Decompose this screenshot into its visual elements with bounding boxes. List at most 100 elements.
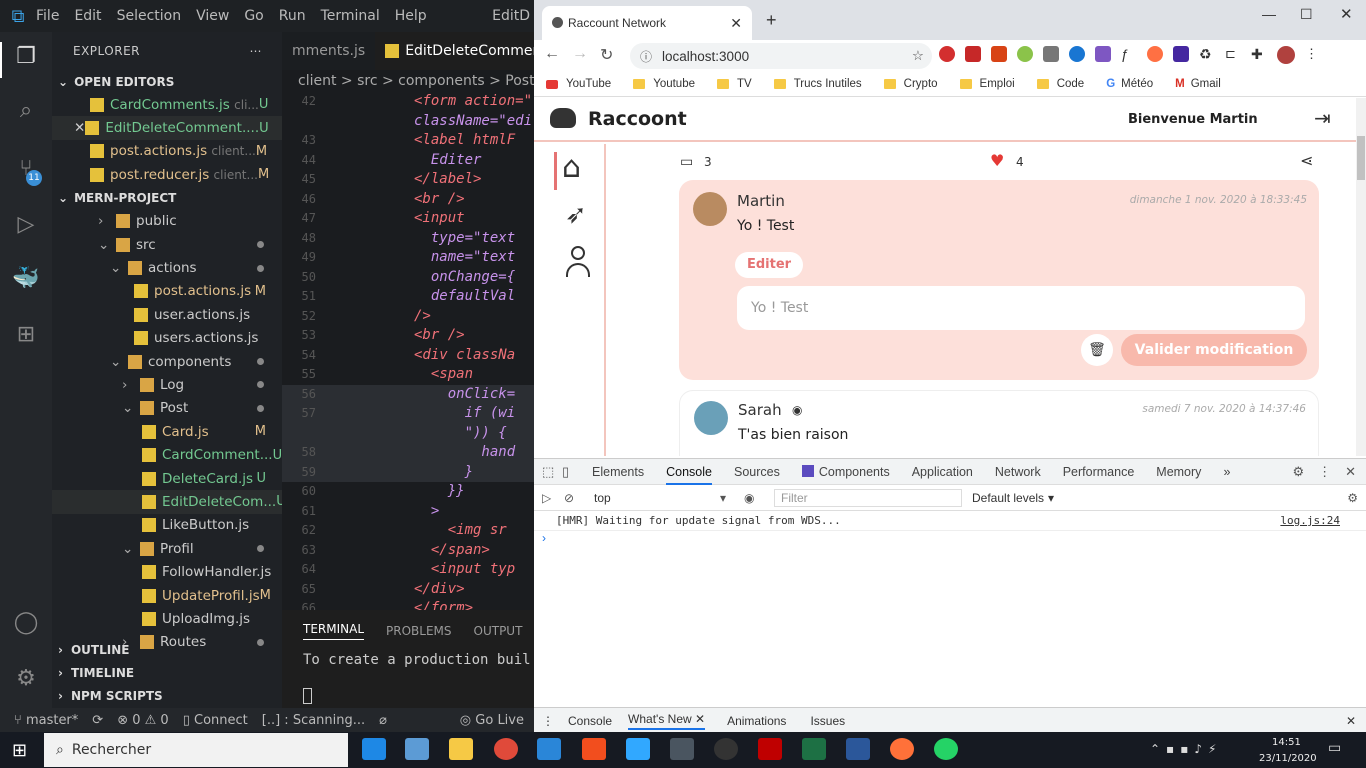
problems-item[interactable]: ⊗ 0 ⚠ 0: [117, 713, 169, 728]
code-line[interactable]: 53 <br />: [282, 326, 534, 346]
welcome-text[interactable]: Bienvenue Martin: [1128, 112, 1258, 127]
eye-icon[interactable]: ◉: [744, 491, 774, 505]
tree-folder[interactable]: ⌄ src: [52, 233, 282, 256]
extension-icon[interactable]: [1173, 46, 1189, 62]
tree-file[interactable]: UpdateProfil.js M: [52, 584, 282, 607]
editor-tab[interactable]: mments.js: [282, 32, 375, 70]
code-line[interactable]: 43 <label htmlF: [282, 131, 534, 151]
account-icon[interactable]: ◯: [12, 610, 40, 638]
more-actions-icon[interactable]: ⋯: [250, 44, 263, 58]
bookmark-folder[interactable]: Crypto: [883, 78, 938, 90]
tree-file[interactable]: users.actions.js: [52, 327, 282, 350]
devtools-tab-application[interactable]: Application: [912, 465, 973, 479]
code-line[interactable]: 47 <input: [282, 209, 534, 229]
clock-time[interactable]: 14:51: [1272, 737, 1301, 748]
browser-tab[interactable]: Raccount Network ✕: [542, 6, 752, 40]
drawer-menu-icon[interactable]: ⋮: [542, 714, 568, 728]
devtools-tab-memory[interactable]: Memory: [1156, 465, 1201, 479]
code-line[interactable]: 54 <div classNa: [282, 346, 534, 366]
tree-folder[interactable]: ⌄ Post: [52, 397, 282, 420]
devtools-close-icon[interactable]: ✕: [1345, 464, 1356, 480]
tab-problems[interactable]: PROBLEMS: [386, 624, 452, 638]
system-tray-icons[interactable]: ⌃▪▪♪⚡: [1150, 742, 1222, 756]
function-extension-icon[interactable]: ƒ: [1121, 46, 1137, 62]
console-filter-input[interactable]: Filter: [774, 488, 962, 507]
filezilla-icon[interactable]: [758, 738, 782, 760]
devtools-tab-console[interactable]: Console: [666, 465, 712, 485]
code-line[interactable]: 48 type="text: [282, 229, 534, 249]
more-tabs-icon[interactable]: »: [1223, 465, 1230, 479]
code-line[interactable]: 58 hand: [282, 443, 534, 463]
run-debug-icon[interactable]: ▷: [12, 212, 40, 240]
sidebar-toggle-icon[interactable]: ▷: [542, 491, 564, 505]
heart-icon[interactable]: ♥: [990, 151, 1004, 170]
code-line[interactable]: 45 </label>: [282, 170, 534, 190]
word-icon[interactable]: [846, 738, 870, 760]
new-tab-icon[interactable]: +: [766, 10, 777, 31]
app-icon[interactable]: [405, 738, 429, 760]
app-icon[interactable]: [362, 738, 386, 760]
code-area[interactable]: 42 <form action=" className="edi 43 <label h…: [282, 92, 534, 610]
devtools-menu-icon[interactable]: ⋮: [1318, 464, 1331, 480]
timeline-section[interactable]: › TIMELINE: [52, 661, 282, 684]
close-icon[interactable]: ✕: [74, 120, 85, 136]
code-line[interactable]: 50 onChange={: [282, 268, 534, 288]
docker-icon[interactable]: 🐳: [12, 266, 40, 294]
avatar[interactable]: [693, 192, 727, 226]
drawer-tab-whats-new[interactable]: What's New ✕: [628, 712, 706, 730]
close-window-icon[interactable]: ✕: [1340, 5, 1353, 23]
menu-dots-icon[interactable]: ⋮: [1305, 46, 1318, 64]
tree-file[interactable]: LikeButton.js: [52, 514, 282, 537]
minimize-icon[interactable]: —: [1262, 6, 1276, 22]
vscode-icon[interactable]: [537, 738, 561, 760]
edit-label[interactable]: Editer: [735, 252, 804, 278]
code-line[interactable]: 66 </form>: [282, 599, 534, 610]
breadcrumb[interactable]: client > src > components > Post >: [282, 70, 534, 92]
menu-go[interactable]: Go: [244, 8, 263, 24]
excel-icon[interactable]: [802, 738, 826, 760]
tree-file[interactable]: post.actions.js M: [52, 280, 282, 303]
maximize-icon[interactable]: ☐: [1300, 6, 1313, 23]
device-toolbar-icon[interactable]: ▯: [562, 464, 592, 480]
code-line[interactable]: 44 Editer: [282, 151, 534, 171]
menu-selection[interactable]: Selection: [117, 8, 182, 24]
console-settings-icon[interactable]: ⚙: [1347, 491, 1358, 505]
open-editor-item[interactable]: post.reducer.js client... M: [52, 163, 282, 186]
code-line[interactable]: 64 <input typ: [282, 560, 534, 580]
app-icon[interactable]: [670, 738, 694, 760]
search-icon[interactable]: ⌕: [12, 98, 40, 126]
extension-icon[interactable]: [991, 46, 1007, 62]
devtools-tab-network[interactable]: Network: [995, 465, 1041, 479]
connect-item[interactable]: ▯ Connect: [183, 713, 248, 728]
devtools-tab-components[interactable]: Components: [801, 464, 890, 479]
logout-icon[interactable]: ⇥: [1314, 106, 1331, 130]
clock-date[interactable]: 23/11/2020: [1259, 753, 1317, 764]
drawer-tab-console[interactable]: Console: [568, 714, 612, 728]
code-line[interactable]: 62 <img sr: [282, 521, 534, 541]
extension-icon[interactable]: ⊏: [1225, 46, 1241, 62]
open-editor-item-active[interactable]: ✕ EditDeleteComment.... U: [52, 116, 282, 140]
bookmark-folder[interactable]: TV: [717, 78, 752, 90]
chrome-icon[interactable]: [494, 738, 518, 760]
recycle-icon[interactable]: ♻: [1199, 46, 1215, 62]
avatar[interactable]: [694, 401, 728, 435]
reload-icon[interactable]: ↻: [600, 45, 613, 65]
code-editor[interactable]: mments.js EditDeleteComment client > src…: [282, 32, 534, 610]
code-line[interactable]: 59 }: [282, 462, 534, 482]
terminal-output[interactable]: To create a production buil: [282, 652, 534, 668]
menu-view[interactable]: View: [196, 8, 229, 24]
menu-file[interactable]: File: [36, 8, 59, 24]
open-editors-section[interactable]: ⌄ OPEN EDITORS: [52, 70, 282, 93]
code-line[interactable]: 63 </span>: [282, 541, 534, 561]
go-live-item[interactable]: ◎ Go Live: [460, 713, 524, 728]
validate-button[interactable]: Valider modification: [1121, 334, 1307, 366]
sync-icon[interactable]: ⟳: [92, 713, 103, 728]
comment-icon[interactable]: ▭: [680, 154, 693, 170]
extension-icon[interactable]: [1043, 46, 1059, 62]
context-select[interactable]: top: [590, 491, 720, 505]
tree-folder[interactable]: ⌄ Profil: [52, 537, 282, 560]
bookmark-folder[interactable]: Emploi: [959, 78, 1015, 90]
tab-terminal[interactable]: TERMINAL: [303, 622, 365, 640]
devtools-settings-icon[interactable]: ⚙: [1292, 464, 1304, 480]
forward-icon[interactable]: →: [572, 45, 588, 63]
